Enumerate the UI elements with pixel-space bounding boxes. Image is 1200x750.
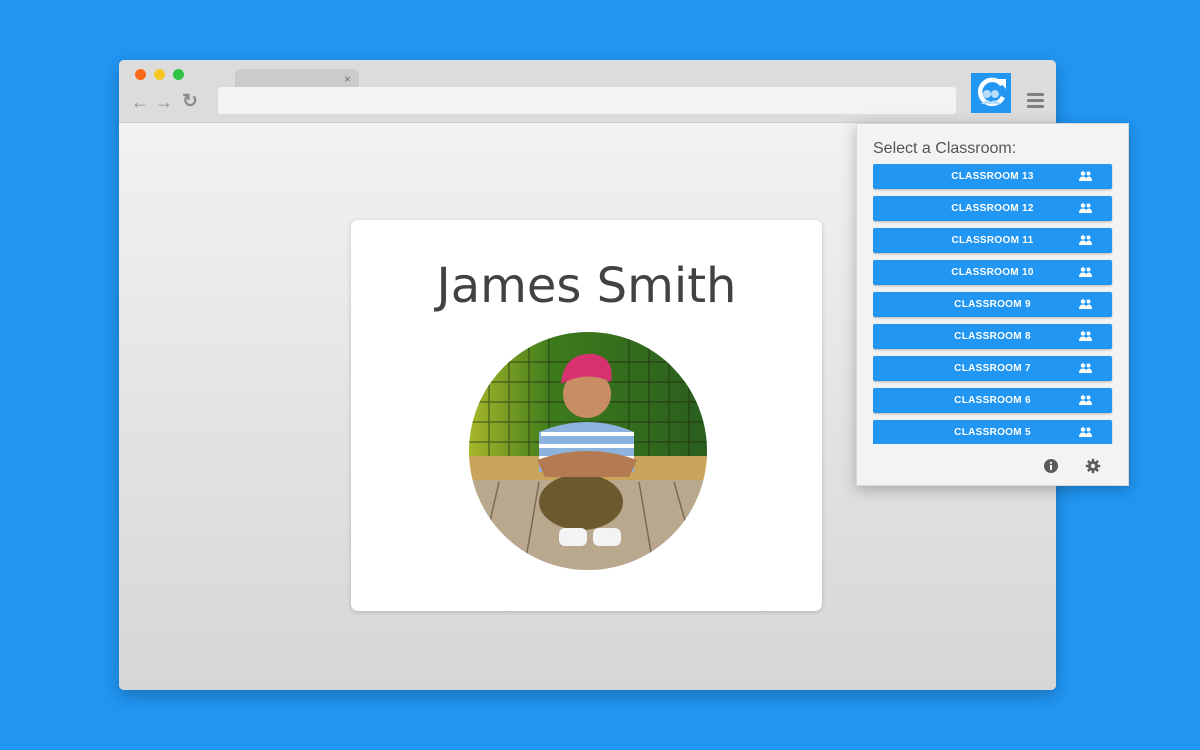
classroom-label: CLASSROOM 12	[951, 203, 1034, 214]
group-icon	[1079, 235, 1092, 245]
student-name: James Smith	[436, 258, 737, 314]
address-bar[interactable]	[218, 87, 956, 114]
classroom-button[interactable]: CLASSROOM 11	[873, 228, 1112, 253]
info-icon[interactable]	[1043, 458, 1059, 474]
classroom-button[interactable]: CLASSROOM 9	[873, 292, 1112, 317]
classroom-label: CLASSROOM 7	[954, 363, 1031, 374]
classroom-popup: Select a Classroom: CLASSROOM 13 CLASSRO…	[856, 123, 1129, 486]
window-close-button[interactable]	[135, 69, 146, 80]
window-minimize-button[interactable]	[154, 69, 165, 80]
classroom-refresh-icon[interactable]	[971, 73, 1011, 113]
browser-toolbar: × ← → ↻	[119, 60, 1056, 123]
group-icon	[1079, 331, 1092, 341]
student-photo	[469, 332, 707, 570]
classroom-button[interactable]: CLASSROOM 7	[873, 356, 1112, 381]
group-icon	[1079, 171, 1092, 181]
back-arrow-icon[interactable]: ←	[131, 91, 149, 113]
classroom-button[interactable]: CLASSROOM 10	[873, 260, 1112, 285]
hamburger-menu-icon[interactable]	[1027, 93, 1044, 111]
classroom-list[interactable]: CLASSROOM 13 CLASSROOM 12 CLASSROOM 11 C…	[873, 164, 1113, 444]
classroom-button[interactable]: CLASSROOM 8	[873, 324, 1112, 349]
reload-icon[interactable]: ↻	[182, 91, 198, 113]
classroom-button[interactable]: CLASSROOM 6	[873, 388, 1112, 413]
classroom-label: CLASSROOM 11	[951, 235, 1034, 246]
group-icon	[1079, 267, 1092, 277]
group-icon	[1079, 299, 1092, 309]
student-card: James Smith	[351, 220, 822, 611]
forward-arrow-icon[interactable]: →	[155, 91, 173, 113]
browser-tab[interactable]: ×	[235, 69, 359, 89]
gear-icon[interactable]	[1085, 458, 1101, 474]
classroom-button[interactable]: CLASSROOM 13	[873, 164, 1112, 189]
classroom-label: CLASSROOM 10	[951, 267, 1034, 278]
tab-close-icon[interactable]: ×	[344, 71, 351, 87]
group-icon	[1079, 203, 1092, 213]
window-maximize-button[interactable]	[173, 69, 184, 80]
classroom-label: CLASSROOM 6	[954, 395, 1031, 406]
classroom-label: CLASSROOM 13	[951, 171, 1034, 182]
group-icon	[1079, 363, 1092, 373]
group-icon	[1079, 427, 1092, 437]
popup-title: Select a Classroom:	[873, 140, 1017, 157]
classroom-button[interactable]: CLASSROOM 12	[873, 196, 1112, 221]
group-icon	[1079, 395, 1092, 405]
classroom-label: CLASSROOM 5	[954, 427, 1031, 438]
classroom-button[interactable]: CLASSROOM 5	[873, 420, 1112, 444]
classroom-label: CLASSROOM 8	[954, 331, 1031, 342]
classroom-label: CLASSROOM 9	[954, 299, 1031, 310]
